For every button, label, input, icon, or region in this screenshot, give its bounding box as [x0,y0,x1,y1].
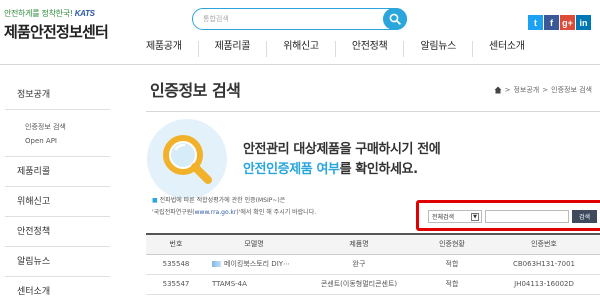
column-header-status: 인증현황 [416,233,488,255]
cell-status: 적합 [416,274,488,295]
breadcrumb-item[interactable]: 정보공개 [513,85,539,95]
title-divider [146,111,600,112]
cell-status: 적합 [416,254,488,275]
facebook-icon[interactable]: f [544,15,559,30]
breadcrumb-separator: > [542,86,549,94]
twitter-icon[interactable]: t [528,15,543,30]
search-type-select[interactable]: 전체검색 ▼ [428,210,482,223]
breadcrumb: > 정보공개 > 인증정보 검색 [494,85,592,95]
main-navigation: 제품공개 제품리콜 위해신고 안전정책 알림뉴스 센터소개 [132,41,541,57]
sidebar-item-news[interactable]: 알림뉴스 [5,247,110,277]
site-header: 안전하게를 정착한국!KATS 제품안전정보센터 t f g+ in 제품공개 … [0,0,600,65]
sidebar-item-safety-policy[interactable]: 안전정책 [5,217,110,247]
product-thumbnail [212,261,221,267]
column-header-no: 번호 [146,233,206,255]
global-search [192,8,407,30]
nav-item-about[interactable]: 센터소개 [472,41,541,57]
column-header-model: 모델명 [206,233,302,255]
logo-slogan: 안전하게를 정착한국! KATS [4,9,95,18]
cell-no: 535547 [146,274,206,295]
chevron-down-icon: ▼ [471,212,479,221]
banner-subheadline: 안전인증제품 여부를 확인하세요. [243,162,418,177]
search-icon [389,13,401,25]
sidebar-item-about[interactable]: 센터소개 [5,277,110,306]
site-title: 제품안전정보센터 [4,23,109,41]
sidebar-item-recall[interactable]: 제품리콜 [5,157,110,187]
sidebar-submenu: 인증정보 검색 Open API [5,110,110,157]
column-header-product: 제품명 [302,233,416,255]
table-header-row: 번호 모델명 제품명 인증현황 인증번호 [146,233,600,255]
kats-logo-text: KATS [74,9,95,18]
table-row[interactable]: 535548 메이킹북스토리 DIY⋯ 완구 적합 CB063H131-7001 [146,254,600,275]
sidebar: 정보공개 인증정보 검색 Open API 제품리콜 위해신고 안전정책 알림뉴… [5,80,110,306]
sidebar-item-hazard-report[interactable]: 위해신고 [5,187,110,217]
social-links: t f g+ in [528,15,591,30]
nav-item-news[interactable]: 알림뉴스 [403,41,472,57]
notice-text: ■ 전파법에 따른 적합성평가에 관한 인증(MSIP~)은 '국립전파연구원(w… [152,197,317,216]
cell-no: 535548 [146,254,206,275]
cell-cert-no: CB063H131-7001 [488,254,600,275]
cell-model[interactable]: 메이킹북스토리 DIY⋯ [206,254,302,275]
site-logo[interactable]: 안전하게를 정착한국! KATS 제품안전정보센터 [4,8,124,42]
nav-item-safety-policy[interactable]: 안전정책 [334,41,404,57]
google-plus-icon[interactable]: g+ [560,15,575,30]
home-icon[interactable] [494,86,502,94]
sidebar-subitem-cert-search[interactable]: 인증정보 검색 [25,120,110,134]
column-header-cert-no: 인증번호 [488,233,600,255]
cert-search-input[interactable] [485,210,569,223]
cert-search-button[interactable]: 검색 [572,210,597,223]
table-row[interactable]: 535547 TTAMS-4A 콘센트(이동형멀티콘센트) 적합 JH04113… [146,274,600,295]
magnifier-illustration-icon [147,119,227,199]
results-table: 번호 모델명 제품명 인증현황 인증번호 535548 메이킹북스토리 DIY⋯… [146,233,600,295]
cell-product: 콘센트(이동형멀티콘센트) [302,274,416,295]
rra-link[interactable]: www.rra.go.kr [195,209,237,216]
breadcrumb-separator: > [504,86,511,94]
cell-product: 완구 [302,254,416,275]
page-title: 인증정보 검색 [150,81,241,100]
main-content: 인증정보 검색 > 정보공개 > 인증정보 검색 안전관리 대상제품을 구매하시… [130,66,600,306]
nav-item-product-disclosure[interactable]: 제품공개 [132,41,198,57]
sidebar-item-info-disclosure[interactable]: 정보공개 [5,80,110,110]
bullet-icon: ■ [152,197,158,204]
banner-headline: 안전관리 대상제품을 구매하시기 전에 [243,142,441,157]
share-icon[interactable]: in [576,15,591,30]
breadcrumb-item-current: 인증정보 검색 [551,86,592,94]
banner-highlight: 안전인증제품 여부 [243,162,340,177]
cell-model[interactable]: TTAMS-4A [206,274,302,295]
global-search-input[interactable] [203,12,373,26]
nav-item-hazard-report[interactable]: 위해신고 [266,41,335,57]
sidebar-subitem-open-api[interactable]: Open API [25,134,110,148]
cert-search-box: 전체검색 ▼ 검색 [416,200,600,231]
cell-cert-no: JH04113-16002D [488,274,600,295]
nav-item-recall[interactable]: 제품리콜 [197,41,267,57]
nav-divider [0,64,600,65]
global-search-button[interactable] [383,8,407,30]
